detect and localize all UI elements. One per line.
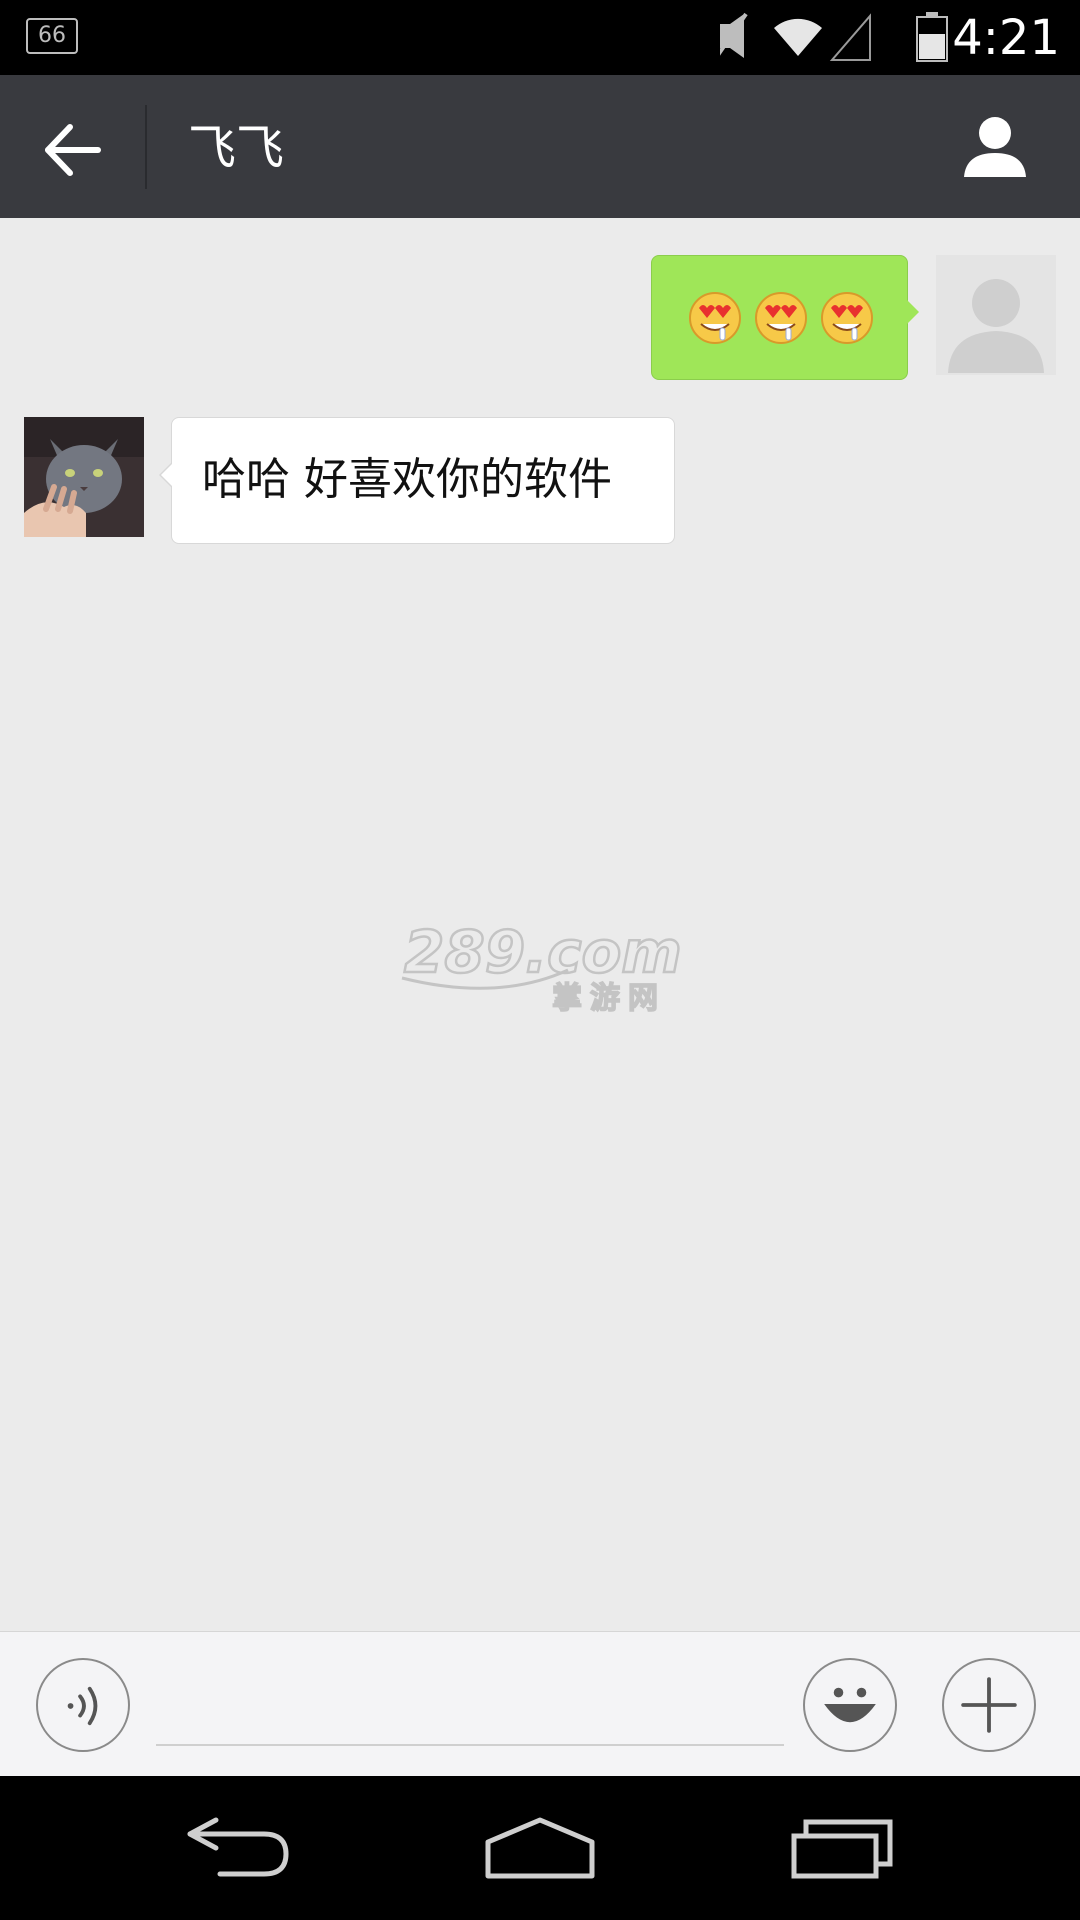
arrow-left-icon (45, 124, 101, 176)
watermark-subtext: 掌游网 (552, 981, 666, 1014)
heart-eyes-drool-emoji-icon (689, 292, 741, 344)
emoji-group (687, 290, 875, 346)
nav-back-button[interactable] (180, 1808, 300, 1888)
notification-icon: 66 (26, 18, 78, 54)
nav-back-icon (187, 1817, 289, 1877)
nav-recents-icon (791, 1819, 893, 1879)
status-bar: 66 4:21 (0, 0, 1080, 75)
contact-avatar[interactable] (24, 417, 144, 537)
message-input[interactable] (156, 1662, 784, 1746)
system-nav-bar (0, 1776, 1080, 1920)
profile-button[interactable] (960, 111, 1030, 181)
more-button[interactable] (942, 1658, 1036, 1752)
message-list[interactable]: 哈哈 好喜欢你的软件 289.com 掌游网 (0, 218, 1080, 1631)
watermark-logo: 289.com 掌游网 (401, 918, 682, 1014)
chat-header: 飞飞 (0, 75, 1080, 218)
header-divider (145, 105, 147, 189)
status-icons (720, 12, 871, 61)
voice-icon (67, 1686, 98, 1726)
emoji-button[interactable] (803, 1658, 897, 1752)
wifi-icon (774, 18, 822, 56)
smiley-icon (824, 1687, 876, 1723)
battery-icon (916, 12, 948, 62)
nav-recents-button[interactable] (780, 1808, 900, 1888)
voice-button[interactable] (36, 1658, 130, 1752)
page-title: 飞飞 (188, 120, 285, 176)
back-button[interactable] (40, 115, 110, 185)
cell-signal-icon (829, 13, 871, 61)
plus-icon (961, 1677, 1017, 1733)
notification-count: 66 (38, 23, 66, 48)
incoming-message-bubble[interactable]: 哈哈 好喜欢你的软件 (159, 417, 675, 544)
person-icon (964, 117, 1026, 177)
heart-eyes-drool-emoji-icon (821, 292, 873, 344)
clock: 4:21 (952, 10, 1060, 66)
heart-eyes-drool-emoji-icon (755, 292, 807, 344)
watermark-text: 289.com (404, 918, 682, 986)
message-text: 哈哈 好喜欢你的软件 (202, 454, 612, 505)
nav-home-button[interactable] (480, 1808, 600, 1888)
input-bar (0, 1631, 1080, 1777)
outgoing-message-bubble[interactable] (651, 255, 919, 380)
mute-icon (720, 12, 748, 58)
nav-home-icon (485, 1817, 595, 1879)
my-avatar[interactable] (936, 255, 1056, 375)
